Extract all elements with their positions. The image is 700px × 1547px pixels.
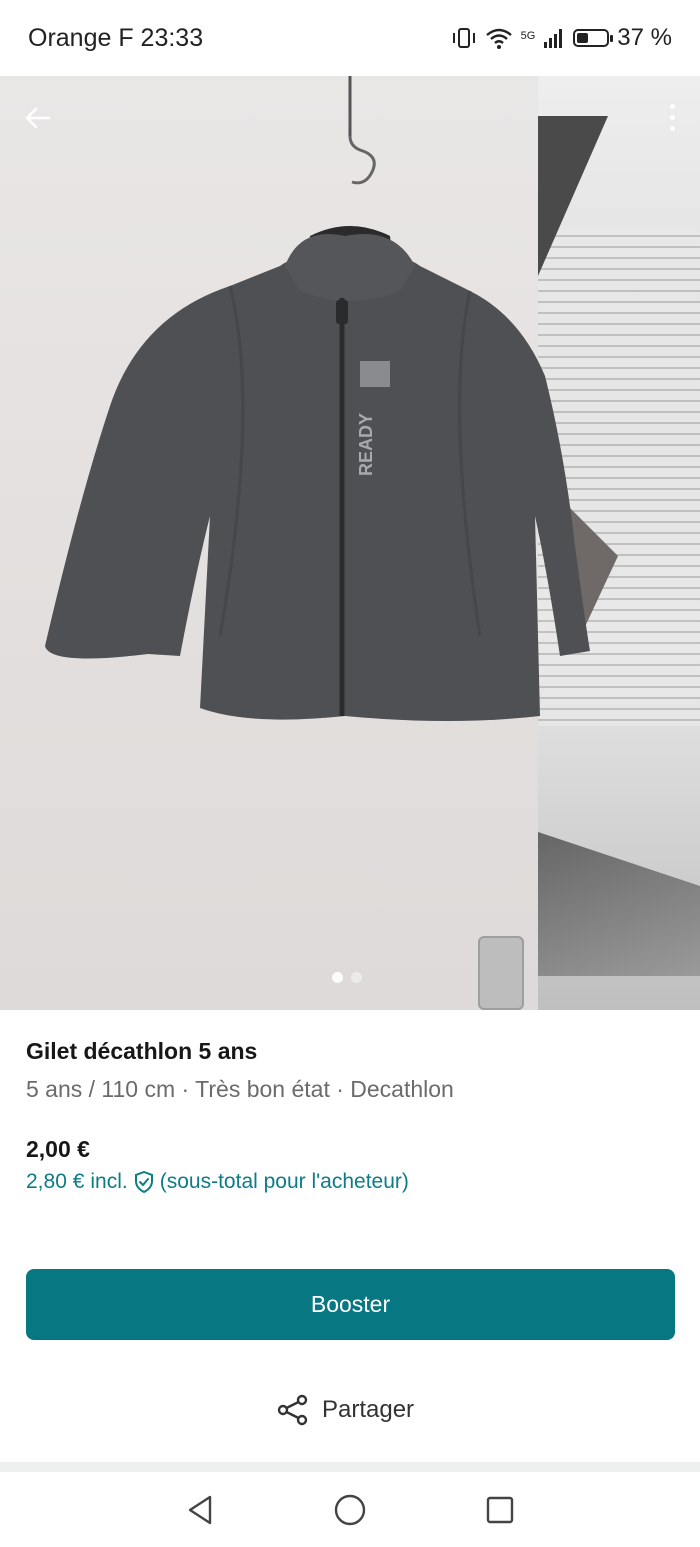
buyer-price-info[interactable]: 2,80 € incl. (sous-total pour l'acheteur… bbox=[26, 1170, 409, 1194]
battery-percent: 37 % bbox=[617, 24, 672, 51]
nav-back-icon[interactable] bbox=[180, 1490, 220, 1530]
shield-check-icon bbox=[134, 1171, 153, 1193]
share-label: Partager bbox=[322, 1396, 415, 1423]
pagination-dot-active[interactable] bbox=[332, 972, 343, 983]
status-icons: 5G 37 % bbox=[451, 24, 672, 52]
svg-text:READY: READY bbox=[356, 413, 376, 476]
booster-button[interactable]: Booster bbox=[26, 1269, 675, 1340]
nav-home-icon[interactable] bbox=[330, 1490, 370, 1530]
section-divider bbox=[0, 1462, 700, 1472]
buyer-price-note: (sous-total pour l'acheteur) bbox=[159, 1170, 409, 1193]
item-price: 2,00 € bbox=[26, 1136, 90, 1162]
share-button[interactable]: Partager bbox=[276, 1393, 414, 1427]
system-nav-bar bbox=[0, 1472, 700, 1547]
status-bar: Orange F 23:33 5G 37 % bbox=[0, 0, 700, 76]
item-photo[interactable]: READY bbox=[0, 76, 700, 1010]
photo-pagination bbox=[332, 972, 362, 983]
jacket-illustration: READY bbox=[45, 76, 590, 721]
share-icon bbox=[277, 1394, 308, 1426]
buyer-price-amount: 2,80 € bbox=[26, 1170, 85, 1193]
buyer-price-incl: incl. bbox=[90, 1170, 128, 1193]
pagination-dot[interactable] bbox=[351, 972, 362, 983]
item-details: 5 ans / 110 cm · Très bon état · Decathl… bbox=[26, 1076, 454, 1102]
back-arrow-icon[interactable] bbox=[18, 102, 58, 142]
wifi-icon bbox=[485, 28, 512, 49]
signal-icon bbox=[544, 29, 563, 48]
network-label: 5G bbox=[520, 30, 536, 42]
carrier-time: Orange F 23:33 bbox=[28, 23, 204, 52]
vibrate-icon bbox=[452, 28, 475, 48]
item-title: Gilet décathlon 5 ans bbox=[26, 1038, 258, 1064]
nav-recents-icon[interactable] bbox=[480, 1490, 520, 1530]
more-vertical-icon[interactable] bbox=[666, 104, 678, 144]
battery-level bbox=[577, 33, 588, 43]
battery-icon bbox=[573, 29, 614, 47]
